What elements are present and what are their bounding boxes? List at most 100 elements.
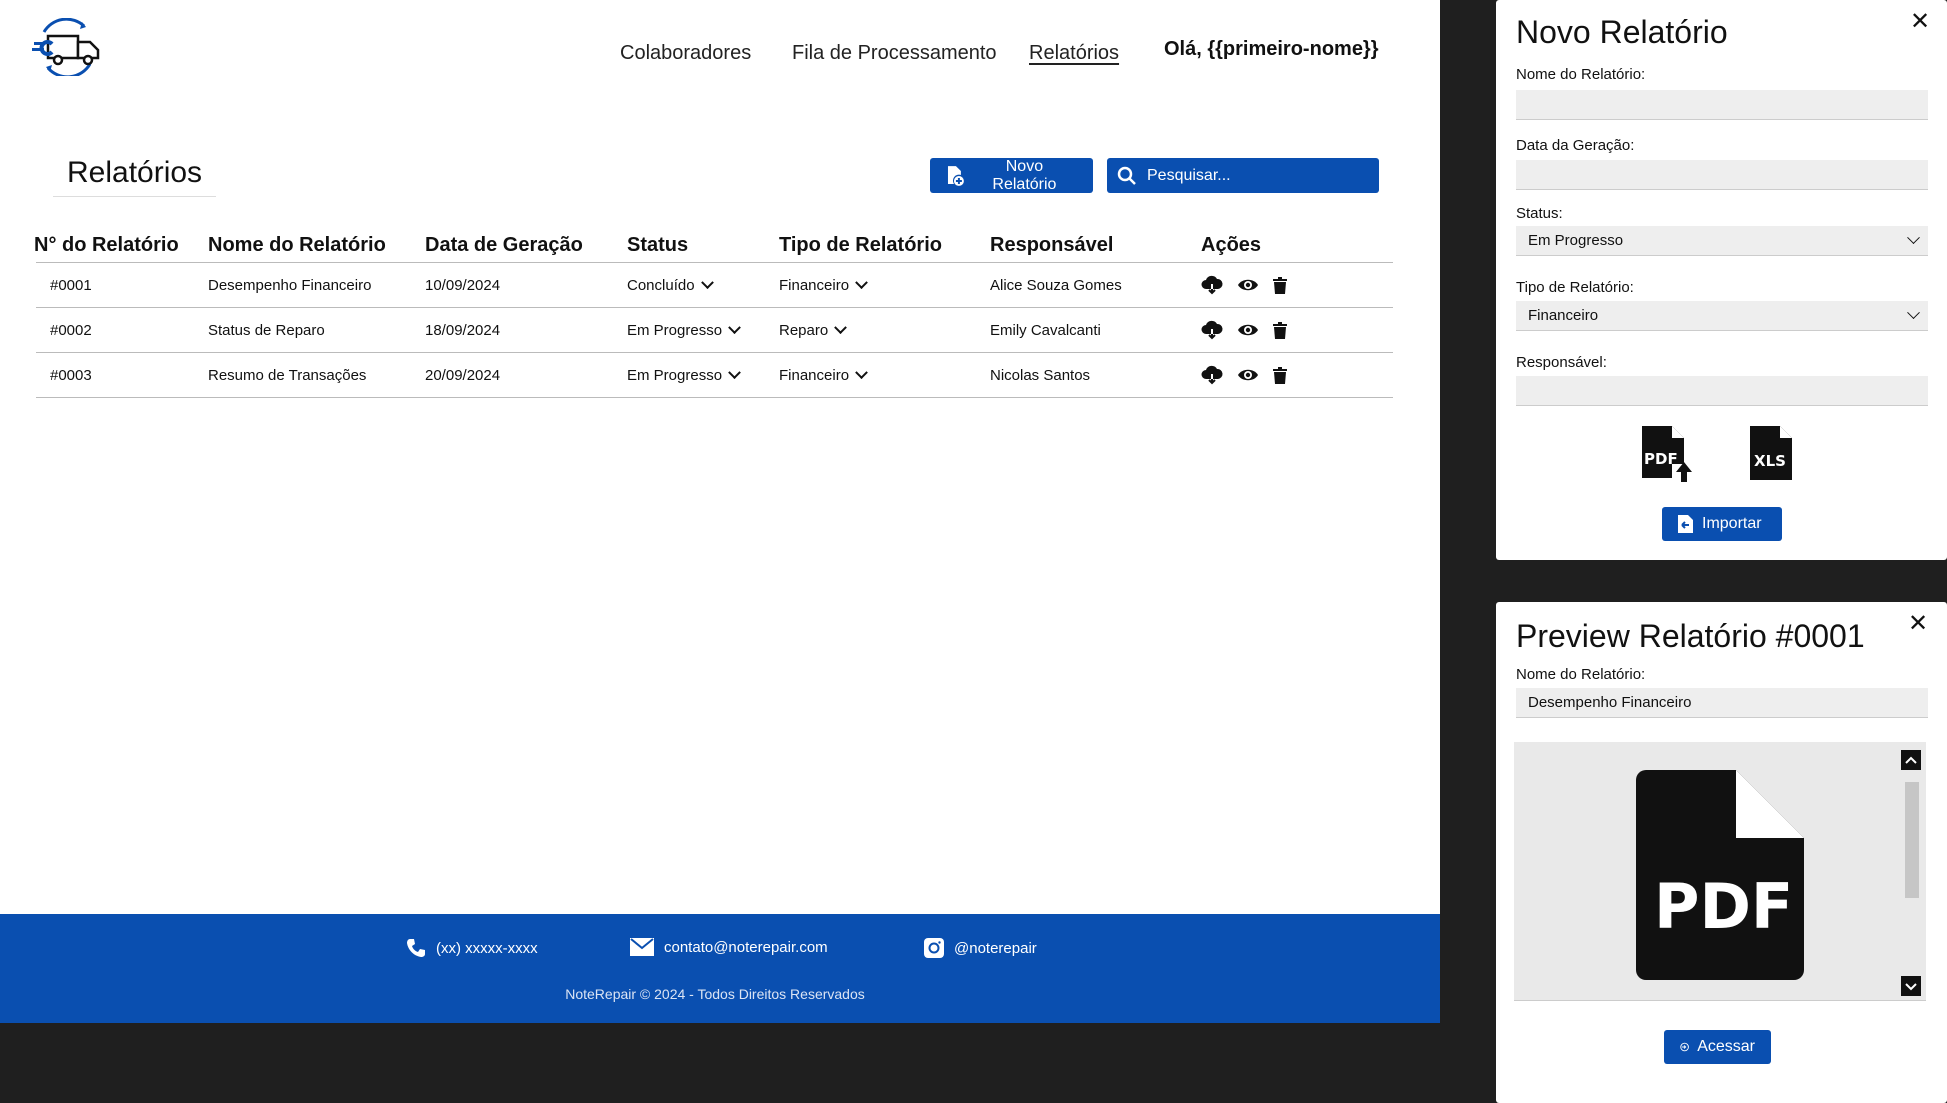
header-date: Data de Geração — [425, 228, 627, 263]
eye-icon[interactable] — [1237, 277, 1259, 293]
login-icon — [1680, 1042, 1689, 1052]
svg-text:XLS: XLS — [1754, 452, 1786, 470]
table-row[interactable]: #0003 Resumo de Transações 20/09/2024 Em Pr… — [36, 352, 1393, 398]
pdf-file-icon: PDF — [1636, 770, 1804, 980]
pdf-upload-icon[interactable]: PDF — [1642, 426, 1694, 482]
type-label: Tipo de Relatório: — [1516, 279, 1634, 296]
report-name: Status de Reparo — [208, 307, 425, 353]
status-dropdown[interactable]: Em Progresso — [627, 320, 741, 339]
row-actions — [1201, 275, 1393, 295]
new-report-button[interactable]: Novo Relatório — [930, 158, 1093, 193]
nav-colaboradores[interactable]: Colaboradores — [620, 42, 751, 65]
status-select[interactable]: Em Progresso — [1516, 226, 1928, 256]
owner-label: Responsável: — [1516, 354, 1607, 371]
footer-phone[interactable]: (xx) xxxxx-xxxx — [406, 938, 538, 958]
chevron-down-icon — [855, 275, 868, 289]
status-value: Em Progresso — [627, 366, 723, 384]
reports-table: N° do Relatório Nome do Relatório Data d… — [34, 228, 1393, 398]
report-date: 20/09/2024 — [425, 352, 627, 398]
eye-icon[interactable] — [1237, 322, 1259, 338]
trash-icon[interactable] — [1273, 321, 1287, 339]
status-select-value: Em Progresso — [1528, 232, 1624, 249]
mail-icon — [630, 938, 654, 956]
import-button[interactable]: Importar — [1662, 507, 1782, 541]
page-title: Relatórios — [53, 156, 217, 197]
footer-instagram[interactable]: @noterepair — [924, 938, 1037, 958]
cloud-download-icon[interactable] — [1201, 365, 1223, 385]
header-status: Status — [627, 228, 779, 263]
search-input[interactable] — [1145, 165, 1369, 186]
svg-text:PDF: PDF — [1654, 870, 1793, 943]
chevron-down-icon[interactable] — [1901, 976, 1921, 996]
import-icon — [1678, 515, 1693, 533]
close-icon[interactable]: ✕ — [1908, 612, 1928, 636]
preview-title: Preview Relatório #0001 — [1516, 618, 1865, 654]
footer-email-text: contato@noterepair.com — [664, 938, 828, 956]
user-greeting[interactable]: Olá, {{primeiro-nome}} — [1164, 38, 1379, 61]
chevron-down-icon — [728, 320, 741, 334]
header-actions: Ações — [1201, 228, 1393, 263]
type-select[interactable]: Financeiro — [1516, 301, 1928, 331]
report-date: 18/09/2024 — [425, 307, 627, 353]
type-dropdown[interactable]: Financeiro — [779, 365, 868, 384]
type-value: Reparo — [779, 321, 829, 339]
table-header-row: N° do Relatório Nome do Relatório Data d… — [34, 228, 1393, 263]
status-value: Em Progresso — [627, 321, 723, 339]
header-owner: Responsável — [990, 228, 1201, 263]
footer-copyright: NoteRepair © 2024 - Todos Direitos Reser… — [565, 986, 865, 1002]
access-button[interactable]: Acessar — [1664, 1030, 1771, 1064]
type-select-value: Financeiro — [1528, 307, 1599, 324]
cloud-download-icon[interactable] — [1201, 275, 1223, 295]
search-icon — [1117, 166, 1136, 185]
preview-scrollbar[interactable] — [1901, 750, 1921, 998]
type-value: Financeiro — [779, 366, 850, 384]
report-date: 10/09/2024 — [425, 262, 627, 308]
header-name: Nome do Relatório — [208, 228, 425, 263]
status-dropdown[interactable]: Em Progresso — [627, 365, 741, 384]
type-dropdown[interactable]: Reparo — [779, 320, 848, 339]
row-actions — [1201, 365, 1393, 385]
chevron-up-icon[interactable] — [1901, 750, 1921, 770]
nav-fila-processamento[interactable]: Fila de Processamento — [792, 42, 997, 65]
xls-file-icon[interactable]: XLS — [1750, 426, 1794, 480]
footer-email[interactable]: contato@noterepair.com — [630, 938, 828, 956]
header-type: Tipo de Relatório — [779, 228, 990, 263]
row-actions — [1201, 320, 1393, 340]
type-dropdown[interactable]: Financeiro — [779, 275, 868, 294]
footer-instagram-text: @noterepair — [954, 939, 1037, 957]
footer: (xx) xxxxx-xxxx contato@noterepair.com @… — [0, 914, 1440, 1023]
status-dropdown[interactable]: Concluído — [627, 275, 714, 294]
preview-panel: Preview Relatório #0001 ✕ Nome do Relató… — [1496, 602, 1947, 1103]
nav-relatorios[interactable]: Relatórios — [1029, 42, 1119, 65]
table-row[interactable]: #0002 Status de Reparo 18/09/2024 Em Progre… — [36, 307, 1393, 353]
search-box[interactable] — [1107, 158, 1379, 193]
cloud-download-icon[interactable] — [1201, 320, 1223, 340]
report-id: #0003 — [36, 352, 208, 398]
report-name-field[interactable] — [1516, 90, 1928, 120]
document-plus-icon — [947, 165, 964, 186]
instagram-icon — [924, 938, 944, 958]
new-report-panel: Novo Relatório ✕ Nome do Relatório: Data… — [1496, 0, 1947, 560]
eye-icon[interactable] — [1237, 367, 1259, 383]
import-label: Importar — [1702, 515, 1762, 532]
type-value: Financeiro — [779, 276, 850, 294]
header-id: N° do Relatório — [34, 228, 206, 263]
report-owner: Nicolas Santos — [990, 352, 1201, 398]
new-report-title: Novo Relatório — [1516, 14, 1728, 50]
trash-icon[interactable] — [1273, 366, 1287, 384]
status-label: Status: — [1516, 205, 1563, 222]
close-icon[interactable]: ✕ — [1910, 10, 1930, 34]
report-date-field[interactable] — [1516, 160, 1928, 190]
pdf-preview-area[interactable]: PDF — [1514, 742, 1926, 1001]
trash-icon[interactable] — [1273, 276, 1287, 294]
chevron-down-icon — [700, 275, 714, 289]
table-row[interactable]: #0001 Desempenho Financeiro 10/09/2024 Conc… — [36, 262, 1393, 308]
preview-name-field[interactable]: Desempenho Financeiro — [1516, 688, 1928, 718]
report-name: Resumo de Transações — [208, 352, 425, 398]
report-name: Desempenho Financeiro — [208, 262, 425, 308]
scroll-thumb[interactable] — [1905, 782, 1919, 898]
owner-field[interactable] — [1516, 376, 1928, 406]
svg-text:PDF: PDF — [1644, 450, 1678, 468]
logo-truck-icon[interactable] — [30, 18, 104, 76]
phone-icon — [407, 939, 425, 957]
